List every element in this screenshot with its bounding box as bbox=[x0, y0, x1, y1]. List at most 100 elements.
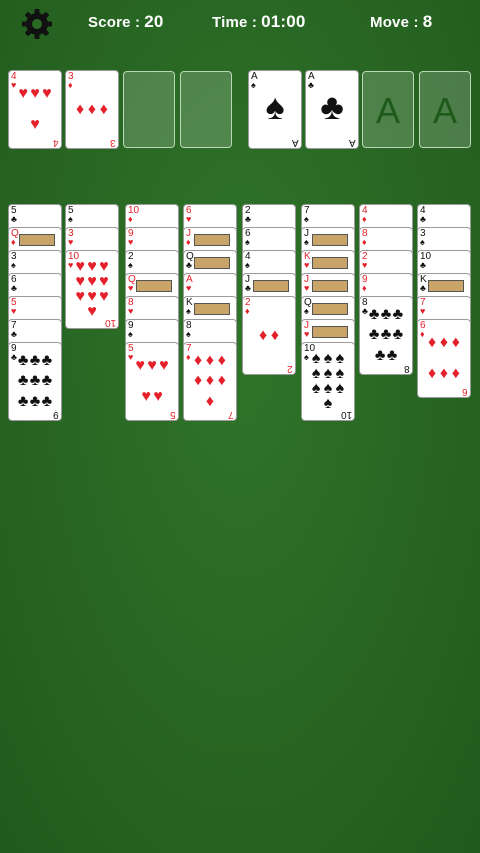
card-rank-bottom: 8 bbox=[404, 363, 410, 374]
card-center-suit-icon: ♣ bbox=[320, 86, 344, 127]
foundation-card[interactable]: A ♠ ♠ A bbox=[249, 71, 301, 148]
card-rank-bottom: 10 bbox=[104, 317, 116, 328]
foundation-slot[interactable]: A bbox=[362, 71, 414, 148]
card-suit-icon: ♠ bbox=[304, 237, 309, 247]
card-center-suit-icon: ♠ bbox=[265, 86, 285, 127]
card-suit-icon: ♣ bbox=[245, 214, 251, 224]
card-pips: ♥ ♥ ♥ ♥ ♥ bbox=[134, 351, 170, 412]
card-rank-bottom: 4 bbox=[53, 137, 59, 148]
pip-icon: ♠ bbox=[335, 364, 345, 382]
tableau-top-card[interactable]: 6 ♦ ♦ ♦ ♦ ♦ ♦ ♦ 6 bbox=[418, 320, 470, 397]
pip-icon: ♦ bbox=[428, 334, 437, 352]
time-label: Time : bbox=[212, 14, 258, 31]
pip-icon: ♥ bbox=[30, 85, 40, 103]
card-suit-icon: ♣ bbox=[420, 214, 426, 224]
card-suit-icon: ♥ bbox=[304, 283, 310, 293]
card-pips: ♣ ♣ ♣ ♣ ♣ ♣ ♣ ♣ ♣ bbox=[17, 351, 53, 412]
time-display: Time :01:00 bbox=[212, 12, 306, 32]
pip-icon: ♦ bbox=[194, 352, 203, 370]
freecell-slot[interactable] bbox=[123, 71, 175, 148]
card-suit-icon: ♠ bbox=[304, 352, 309, 362]
pip-icon: ♥ bbox=[153, 387, 163, 405]
card-suit-icon: ♠ bbox=[245, 260, 250, 270]
pip-icon: ♠ bbox=[311, 364, 321, 382]
hud-bar: Score :20 Time :01:00 Move :8 bbox=[0, 0, 480, 48]
card-rank-bottom: 7 bbox=[228, 409, 234, 420]
pip-icon: ♠ bbox=[311, 349, 321, 367]
card-suit-icon: ♥ bbox=[186, 283, 192, 293]
pip-icon: ♦ bbox=[270, 326, 280, 344]
face-card-art bbox=[312, 280, 348, 292]
card-pips: ♥ ♥ ♥ ♥ ♥ ♥ ♥ ♥ ♥ ♥ bbox=[74, 258, 110, 320]
freecell-slot[interactable] bbox=[180, 71, 232, 148]
card-suit-icon: ♦ bbox=[362, 283, 367, 293]
freecell-card[interactable]: 3 ♦ ♦ ♦ ♦ 3 bbox=[66, 71, 118, 148]
face-card-art bbox=[428, 280, 464, 292]
card-suit-icon: ♠ bbox=[245, 237, 250, 247]
pip-icon: ♦ bbox=[99, 100, 108, 118]
pip-icon: ♣ bbox=[17, 352, 29, 370]
pip-icon: ♥ bbox=[75, 272, 85, 290]
tableau-top-card[interactable]: 8 ♣ ♣ ♣ ♣ ♣ ♣ ♣ ♣ ♣ 8 bbox=[360, 297, 412, 374]
card-suit-icon: ♥ bbox=[420, 306, 426, 316]
pip-icon: ♦ bbox=[205, 392, 215, 410]
pip-icon: ♦ bbox=[217, 352, 226, 370]
card-suit-icon: ♦ bbox=[362, 214, 367, 224]
card-suit-icon: ♣ bbox=[11, 329, 17, 339]
face-card-art bbox=[312, 257, 348, 269]
card-pips: ♦ ♦ ♦ ♦ ♦ ♦ bbox=[426, 328, 462, 389]
card-rank-bottom: 3 bbox=[110, 137, 116, 148]
card-suit-icon: ♥ bbox=[11, 80, 17, 90]
foundation-slot[interactable]: A bbox=[419, 71, 471, 148]
pip-icon: ♣ bbox=[41, 352, 53, 370]
pip-icon: ♣ bbox=[41, 372, 53, 390]
card-suit-icon: ♣ bbox=[245, 283, 251, 293]
card-suit-icon: ♠ bbox=[186, 329, 191, 339]
pip-icon: ♦ bbox=[217, 372, 226, 390]
tableau-top-card[interactable]: 7 ♦ ♦ ♦ ♦ ♦ ♦ ♦ ♦ 7 bbox=[184, 343, 236, 420]
tableau-top-card[interactable]: 2 ♦ ♦ ♦ 2 bbox=[243, 297, 295, 374]
pip-icon: ♥ bbox=[42, 85, 52, 103]
pip-icon: ♦ bbox=[194, 372, 203, 390]
score-display: Score :20 bbox=[88, 12, 164, 32]
card-suit-icon: ♣ bbox=[11, 214, 17, 224]
pip-icon: ♥ bbox=[18, 85, 28, 103]
face-card-art bbox=[312, 234, 348, 246]
freecell-card[interactable]: 4 ♥ ♥ ♥ ♥ ♥ 4 bbox=[9, 71, 61, 148]
pip-icon: ♥ bbox=[135, 357, 145, 375]
face-card-art bbox=[194, 303, 230, 315]
settings-button[interactable] bbox=[19, 6, 55, 42]
card-suit-icon: ♦ bbox=[11, 237, 16, 247]
pip-icon: ♠ bbox=[335, 349, 345, 367]
card-suit-icon: ♥ bbox=[128, 237, 134, 247]
card-suit-icon: ♥ bbox=[128, 352, 134, 362]
tableau-top-card[interactable]: 5 ♥ ♥ ♥ ♥ ♥ ♥ 5 bbox=[126, 343, 178, 420]
card-suit-icon: ♠ bbox=[304, 214, 309, 224]
card-suit-icon: ♠ bbox=[68, 214, 73, 224]
pip-icon: ♥ bbox=[147, 357, 157, 375]
pip-icon: ♣ bbox=[17, 392, 29, 410]
face-card-art bbox=[19, 234, 55, 246]
card-suit-icon: ♥ bbox=[68, 260, 74, 270]
tableau-top-card[interactable]: 10 ♥ ♥ ♥ ♥ ♥ ♥ ♥ ♥ ♥ ♥ ♥ 10 bbox=[66, 251, 118, 328]
card-suit-icon: ♦ bbox=[362, 237, 367, 247]
pip-icon: ♣ bbox=[380, 306, 392, 324]
card-suit-icon: ♠ bbox=[11, 260, 16, 270]
pip-icon: ♣ bbox=[368, 326, 380, 344]
pip-icon: ♣ bbox=[392, 306, 404, 324]
card-suit-icon: ♥ bbox=[186, 214, 192, 224]
card-suit-icon: ♠ bbox=[128, 260, 133, 270]
tableau-top-card[interactable]: 10 ♠ ♠ ♠ ♠ ♠ ♠ ♠ ♠ ♠ ♠ ♠ 10 bbox=[302, 343, 354, 420]
foundation-card[interactable]: A ♣ ♣ A bbox=[306, 71, 358, 148]
pip-icon: ♠ bbox=[323, 380, 333, 398]
pip-icon: ♣ bbox=[29, 372, 41, 390]
card-suit-icon: ♠ bbox=[186, 306, 191, 316]
card-suit-icon: ♣ bbox=[420, 260, 426, 270]
pip-icon: ♦ bbox=[451, 334, 460, 352]
pip-icon: ♣ bbox=[368, 306, 380, 324]
card-suit-icon: ♥ bbox=[304, 260, 310, 270]
tableau-top-card[interactable]: 9 ♣ ♣ ♣ ♣ ♣ ♣ ♣ ♣ ♣ ♣ 9 bbox=[9, 343, 61, 420]
face-card-art bbox=[312, 303, 348, 315]
pip-icon: ♥ bbox=[30, 115, 40, 133]
gear-icon[interactable] bbox=[19, 6, 55, 42]
